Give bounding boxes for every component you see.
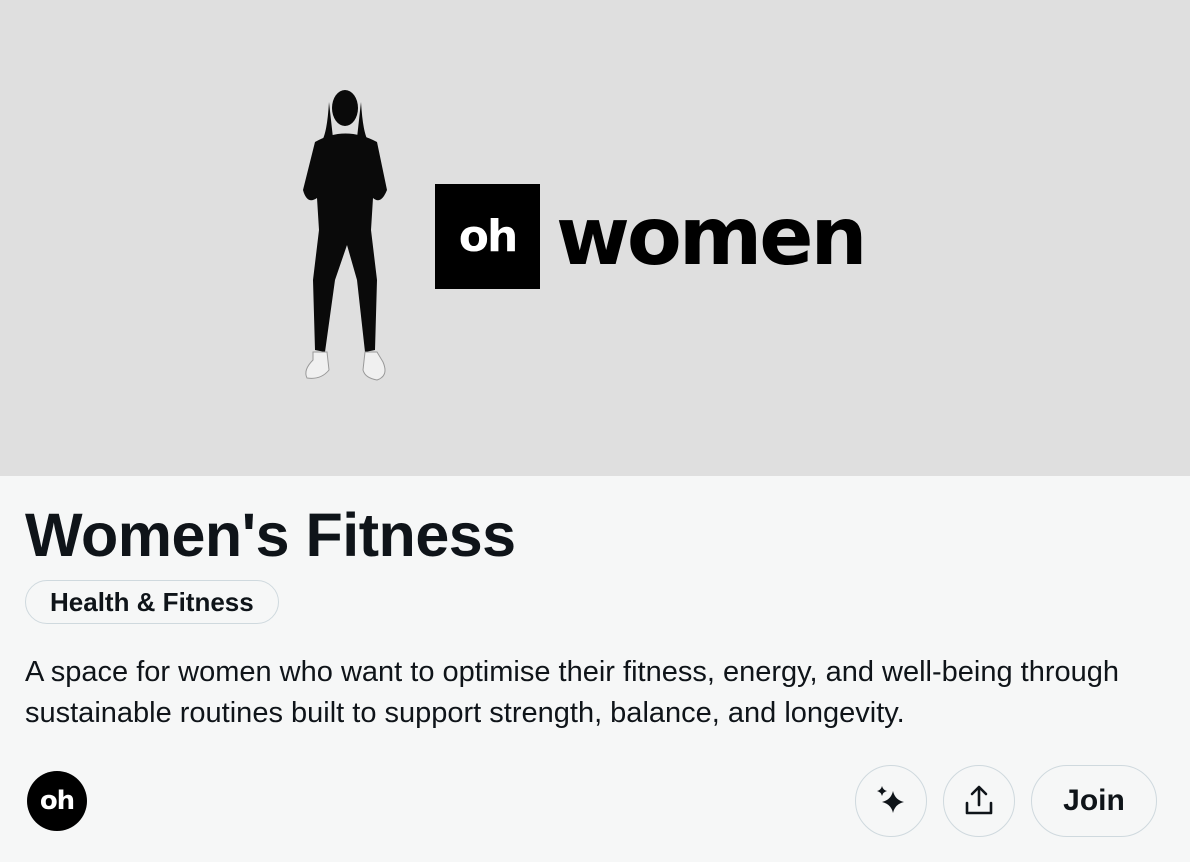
woman-figure-image — [303, 90, 387, 381]
community-title: Women's Fitness — [25, 501, 516, 569]
community-description: A space for women who want to optimise t… — [25, 656, 1119, 729]
member-avatar[interactable]: oh — [27, 771, 87, 831]
sparkle-icon — [877, 786, 904, 813]
oh-logo-mark: oh — [435, 184, 540, 289]
category-badge[interactable]: Health & Fitness — [25, 580, 279, 624]
community-info: Women's Fitness Health & Fitness A space… — [0, 476, 1190, 862]
join-button[interactable]: Join — [1031, 765, 1157, 837]
banner-logo-word: women — [556, 189, 867, 283]
share-icon — [965, 785, 993, 815]
grok-sparkle-button[interactable] — [855, 765, 927, 837]
community-banner: oh women — [0, 0, 1190, 476]
share-button[interactable] — [943, 765, 1015, 837]
